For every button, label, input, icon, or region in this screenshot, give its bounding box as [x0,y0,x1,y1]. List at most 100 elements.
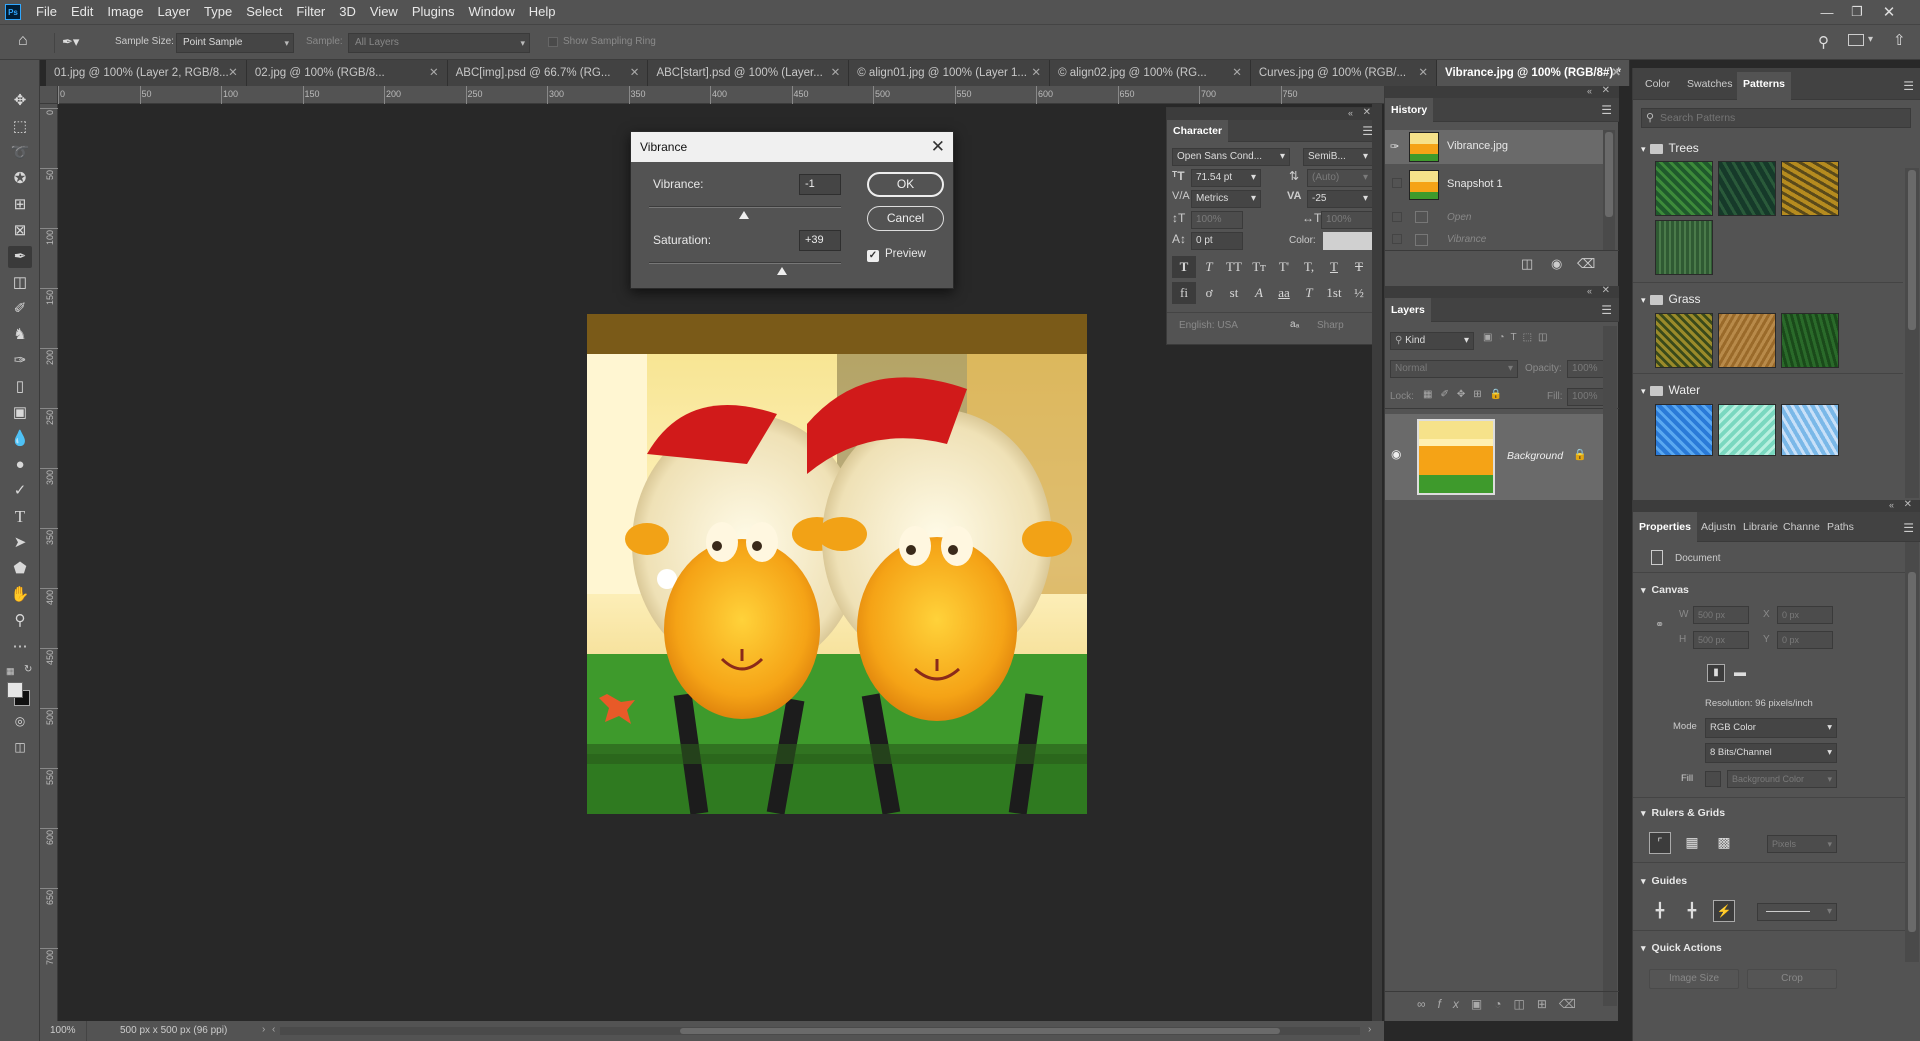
link-dimensions-icon[interactable]: ⚭ [1655,618,1664,631]
tab-abc-start[interactable]: ABC[start].psd @ 100% (Layer... ✕ [648,60,850,86]
tab-align02[interactable]: © align02.jpg @ 100% (RG... ✕ [1050,60,1251,86]
blend-mode-select[interactable]: Normal ▾ [1390,360,1518,378]
history-brush-source-box[interactable] [1392,234,1402,244]
leading-input[interactable]: (Auto) ▾ [1307,169,1373,187]
share-icon[interactable]: ⇧ [1893,31,1906,49]
home-icon[interactable]: ⌂ [18,32,38,52]
ordinals-button[interactable]: 1st [1322,282,1346,304]
marquee-tool-icon[interactable]: ⬚ [8,116,32,138]
tab-history[interactable]: History [1385,98,1434,122]
healing-brush-tool-icon[interactable]: ◫ [8,272,32,294]
workspace-chevron-icon[interactable]: ▾ [1868,34,1873,45]
dialog-title-bar[interactable]: Vibrance ✕ [631,132,953,162]
pattern-swatch[interactable] [1781,313,1839,368]
history-brush-source-box[interactable] [1392,212,1402,222]
saturation-input[interactable]: +39 [799,230,841,251]
frame-tool-icon[interactable]: ⊠ [8,220,32,242]
quick-select-tool-icon[interactable]: ✪ [8,168,32,190]
lock-icon[interactable]: 🔒 [1573,448,1587,461]
baseline-shift-input[interactable]: 0 pt [1191,232,1243,250]
menu-3d[interactable]: 3D [332,0,363,24]
group-trees[interactable]: ▾ Trees [1641,141,1699,155]
font-family-select[interactable]: Open Sans Cond... ▾ [1172,148,1290,166]
tab-channels[interactable]: Channe [1777,515,1826,539]
canvas-section-header[interactable]: ▾ Canvas [1641,584,1689,596]
collapse-icon[interactable]: « [1889,500,1894,510]
status-info-arrow-icon[interactable]: › [262,1024,265,1035]
camera-icon[interactable]: ◉ [1551,256,1562,272]
close-panel-icon[interactable]: ✕ [1904,499,1912,510]
panel-menu-icon[interactable]: ☰ [1903,79,1914,93]
vibrance-slider-thumb[interactable] [739,211,750,219]
antialias-select[interactable]: Sharp [1317,320,1344,331]
lock-guides-icon[interactable]: ╋ [1681,900,1703,922]
history-state-row[interactable]: Vibrance [1385,232,1603,248]
tab-abc-img[interactable]: ABC[img].psd @ 66.7% (RG... ✕ [448,60,649,86]
menu-window[interactable]: Window [461,0,521,24]
preview-checkbox[interactable]: ✓ [867,250,879,262]
gradient-tool-icon[interactable]: ▣ [8,402,32,424]
trash-icon[interactable]: ⌫ [1577,256,1595,272]
font-style-select[interactable]: SemiB... ▾ [1303,148,1373,166]
mode-select[interactable]: RGB Color ▾ [1705,718,1837,738]
tab-02[interactable]: 02.jpg @ 100% (RGB/8... ✕ [247,60,448,86]
menu-filter[interactable]: Filter [289,0,332,24]
more-tools-icon[interactable]: ⋯ [8,636,32,658]
alternates-button[interactable]: ơ [1197,282,1221,304]
dodge-tool-icon[interactable]: ● [8,454,32,476]
rulers-grids-section-header[interactable]: ▾ Rulers & Grids [1641,807,1725,819]
tab-align01[interactable]: © align01.jpg @ 100% (Layer 1... ✕ [849,60,1051,86]
panel-menu-icon[interactable]: ☰ [1601,303,1612,317]
pattern-swatch[interactable] [1655,161,1713,216]
kerning-select[interactable]: Metrics ▾ [1191,190,1261,208]
menu-file[interactable]: File [29,0,64,24]
panel-menu-icon[interactable]: ☰ [1903,521,1914,535]
saturation-slider-track[interactable] [649,262,841,264]
quick-actions-section-header[interactable]: ▾ Quick Actions [1641,942,1722,954]
strikethrough-button[interactable]: T [1347,256,1371,278]
units-select[interactable]: Pixels ▾ [1767,835,1837,853]
history-scrollbar[interactable] [1603,130,1615,250]
new-document-from-state-icon[interactable]: ◫ [1521,256,1533,272]
superscript-button[interactable]: T' [1272,256,1296,278]
fill-select[interactable]: Background Color ▾ [1727,770,1837,788]
layer-footer-buttons[interactable]: ∞fx▣◔◫⊞⌫ [1417,997,1588,1011]
bit-depth-select[interactable]: 8 Bits/Channel ▾ [1705,743,1837,763]
image-size-button[interactable]: Image Size [1649,969,1739,989]
swap-colors-icon[interactable]: ↻ [24,664,32,675]
history-snapshot-row[interactable]: Snapshot 1 [1385,168,1603,202]
properties-scrollbar[interactable] [1905,542,1919,962]
tracking-select[interactable]: -25 ▾ [1307,190,1373,208]
eraser-tool-icon[interactable]: ▯ [8,376,32,398]
minimize-icon[interactable]: — [1812,0,1842,24]
scroll-right-icon[interactable]: › [1368,1024,1371,1035]
tab-01[interactable]: 01.jpg @ 100% (Layer 2, RGB/8... ✕ [46,60,247,86]
hand-tool-icon[interactable]: ✋ [8,584,32,606]
pattern-swatch[interactable] [1718,404,1776,456]
pattern-swatch[interactable] [1655,404,1713,456]
crop-tool-icon[interactable]: ⊞ [8,194,32,216]
grid-toggle-icon[interactable]: ▦ [1681,832,1703,854]
width-input[interactable]: 500 px [1693,606,1749,624]
menu-view[interactable]: View [363,0,405,24]
layer-filter-icons[interactable]: ▣◔T⬚◫ [1483,332,1554,343]
shape-tool-icon[interactable]: ⬟ [8,558,32,580]
ok-button[interactable]: OK [867,172,944,197]
scroll-left-icon[interactable]: ‹ [272,1024,275,1035]
x-input[interactable]: 0 px [1777,606,1833,624]
font-size-input[interactable]: 71.54 pt ▾ [1191,169,1261,187]
screen-mode-icon[interactable]: ◫ [8,736,32,758]
lasso-tool-icon[interactable]: ➰ [8,142,32,164]
menu-plugins[interactable]: Plugins [405,0,462,24]
tab-properties[interactable]: Properties [1633,512,1697,542]
layer-row-background[interactable]: ◉ Background 🔒 [1385,414,1603,500]
pattern-swatch[interactable] [1781,161,1839,216]
document-image[interactable] [587,314,1087,814]
tab-layers[interactable]: Layers [1385,298,1431,322]
close-icon[interactable]: ✕ [931,132,945,162]
collapse-icon[interactable]: « [1348,108,1353,118]
blur-tool-icon[interactable]: 💧 [8,428,32,450]
search-icon[interactable]: ⚲ [1818,33,1829,51]
ligatures-button[interactable]: fi [1172,282,1196,304]
history-snapshot-row[interactable]: ✑ Vibrance.jpg [1385,130,1603,164]
